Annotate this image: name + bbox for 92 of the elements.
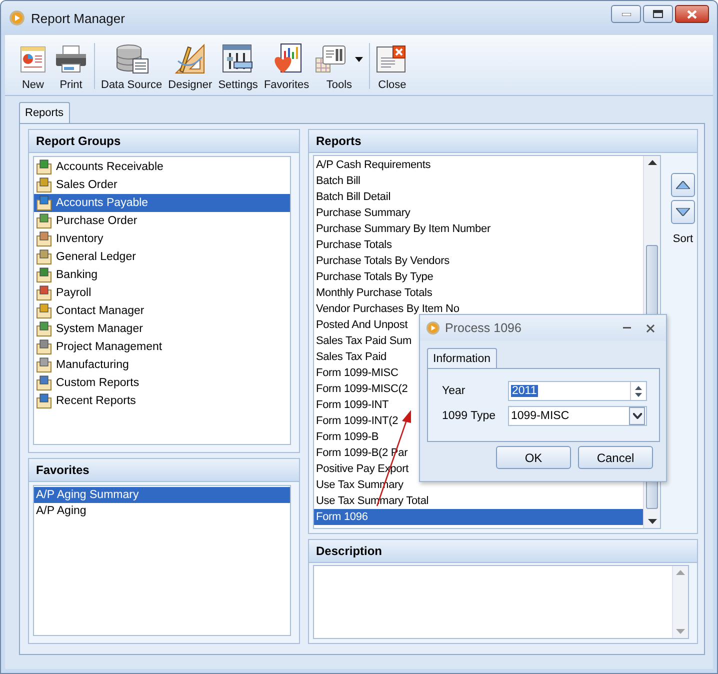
- report-group-item[interactable]: General Ledger: [34, 248, 290, 266]
- panel-header: Report Groups: [29, 130, 299, 153]
- triangle-up-icon: [676, 181, 690, 189]
- report-group-item[interactable]: Accounts Payable: [34, 194, 290, 212]
- close-window-icon: [376, 44, 408, 74]
- report-item[interactable]: Purchase Totals By Vendors: [314, 253, 643, 269]
- toolbar-button[interactable]: Favorites: [260, 42, 312, 91]
- sort-label: Sort: [672, 233, 694, 245]
- toolbar-button[interactable]: Settings: [215, 42, 261, 91]
- window-title: Report Manager: [31, 10, 125, 26]
- report-group-icon: [36, 393, 52, 409]
- close-icon: [687, 10, 697, 18]
- report-group-item[interactable]: Accounts Receivable: [34, 158, 290, 176]
- toolbar-button[interactable]: Data Source: [98, 42, 166, 91]
- database-icon: [114, 43, 149, 75]
- report-group-icon: [36, 213, 52, 229]
- panel-header: Reports: [309, 130, 697, 153]
- report-group-icon: [36, 249, 52, 265]
- report-item[interactable]: Purchase Summary: [314, 205, 643, 221]
- spin-down-icon: [635, 392, 642, 396]
- report-group-icon: [36, 375, 52, 391]
- favorite-item[interactable]: A/P Aging Summary: [34, 487, 290, 503]
- scroll-down-icon: [676, 629, 685, 634]
- minimize-icon: [622, 12, 630, 16]
- scroll-up-icon: [648, 160, 656, 165]
- ruler-and-pencil-icon: [174, 43, 206, 75]
- sliders-window-icon: [222, 44, 254, 74]
- tools-icon: [315, 44, 348, 74]
- scroll-up-icon: [676, 570, 685, 575]
- report-group-icon: [36, 195, 52, 211]
- report-item[interactable]: Vendor Purchases By Item No: [314, 301, 643, 317]
- favorite-item[interactable]: A/P Aging: [34, 503, 290, 519]
- toolbar-button[interactable]: Tools: [312, 42, 366, 91]
- report-group-item[interactable]: Purchase Order: [34, 212, 290, 230]
- printer-icon: [54, 44, 88, 74]
- report-group-item[interactable]: Recent Reports: [34, 392, 290, 410]
- move-down-button[interactable]: [671, 200, 695, 224]
- spin-field[interactable]: 2011: [508, 381, 647, 401]
- new-document-icon: [18, 44, 48, 74]
- panel-header: Favorites: [29, 459, 299, 482]
- toolbar-button[interactable]: Close: [373, 42, 412, 91]
- report-group-icon: [36, 285, 52, 301]
- report-group-icon: [36, 339, 52, 355]
- report-item[interactable]: Purchase Totals By Type: [314, 269, 643, 285]
- report-group-item[interactable]: Custom Reports: [34, 374, 290, 392]
- report-group-icon: [36, 321, 52, 337]
- report-group-icon: [36, 231, 52, 247]
- report-group-item[interactable]: Inventory: [34, 230, 290, 248]
- report-group-icon: [36, 159, 52, 175]
- toolbar-button[interactable]: Print: [51, 42, 91, 91]
- spin-up-icon: [635, 386, 642, 390]
- report-item[interactable]: Form 1096: [314, 509, 643, 525]
- report-group-item[interactable]: System Manager: [34, 320, 290, 338]
- report-group-icon: [36, 267, 52, 283]
- report-item[interactable]: Purchase Totals: [314, 237, 643, 253]
- report-group-icon: [36, 357, 52, 373]
- move-up-button[interactable]: [671, 173, 695, 197]
- maximize-button[interactable]: [643, 5, 673, 23]
- close-icon: [646, 324, 655, 332]
- minimize-icon: [623, 327, 631, 329]
- report-item[interactable]: Monthly Purchase Totals: [314, 285, 643, 301]
- report-group-icon: [36, 303, 52, 319]
- dropdown-field[interactable]: 1099-MISC: [508, 406, 647, 426]
- report-group-item[interactable]: Banking: [34, 266, 290, 284]
- field-label: Year: [442, 385, 466, 397]
- report-group-item[interactable]: Sales Order: [34, 176, 290, 194]
- maximize-icon: [653, 10, 663, 18]
- report-item[interactable]: Batch Bill Detail: [314, 189, 643, 205]
- toolbar-button[interactable]: Designer: [165, 42, 216, 91]
- report-group-item[interactable]: Contact Manager: [34, 302, 290, 320]
- app-logo-icon: [426, 321, 440, 335]
- triangle-down-icon: [676, 208, 690, 216]
- report-item[interactable]: A/P Cash Requirements: [314, 157, 643, 173]
- dialog-button[interactable]: OK: [496, 446, 571, 469]
- report-group-item[interactable]: Project Management: [34, 338, 290, 356]
- reports-tab[interactable]: Reports: [19, 102, 70, 123]
- toolbar-button[interactable]: New: [15, 42, 51, 91]
- report-group-item[interactable]: Manufacturing: [34, 356, 290, 374]
- app-logo-icon: [9, 10, 25, 26]
- information-tab[interactable]: Information: [427, 348, 497, 368]
- close-button[interactable]: [675, 5, 709, 23]
- panel-header: Description: [309, 540, 697, 563]
- field-label: 1099 Type: [442, 410, 497, 422]
- report-item[interactable]: Purchase Summary By Item Number: [314, 221, 643, 237]
- scroll-down-icon: [648, 519, 656, 524]
- report-group-icon: [36, 177, 52, 193]
- scrollbar[interactable]: [672, 566, 688, 638]
- minimize-button[interactable]: [611, 5, 641, 23]
- report-group-item[interactable]: Payroll: [34, 284, 290, 302]
- report-item[interactable]: Batch Bill: [314, 173, 643, 189]
- dialog-button[interactable]: Cancel: [578, 446, 653, 469]
- dialog-title: Process 1096: [445, 321, 522, 335]
